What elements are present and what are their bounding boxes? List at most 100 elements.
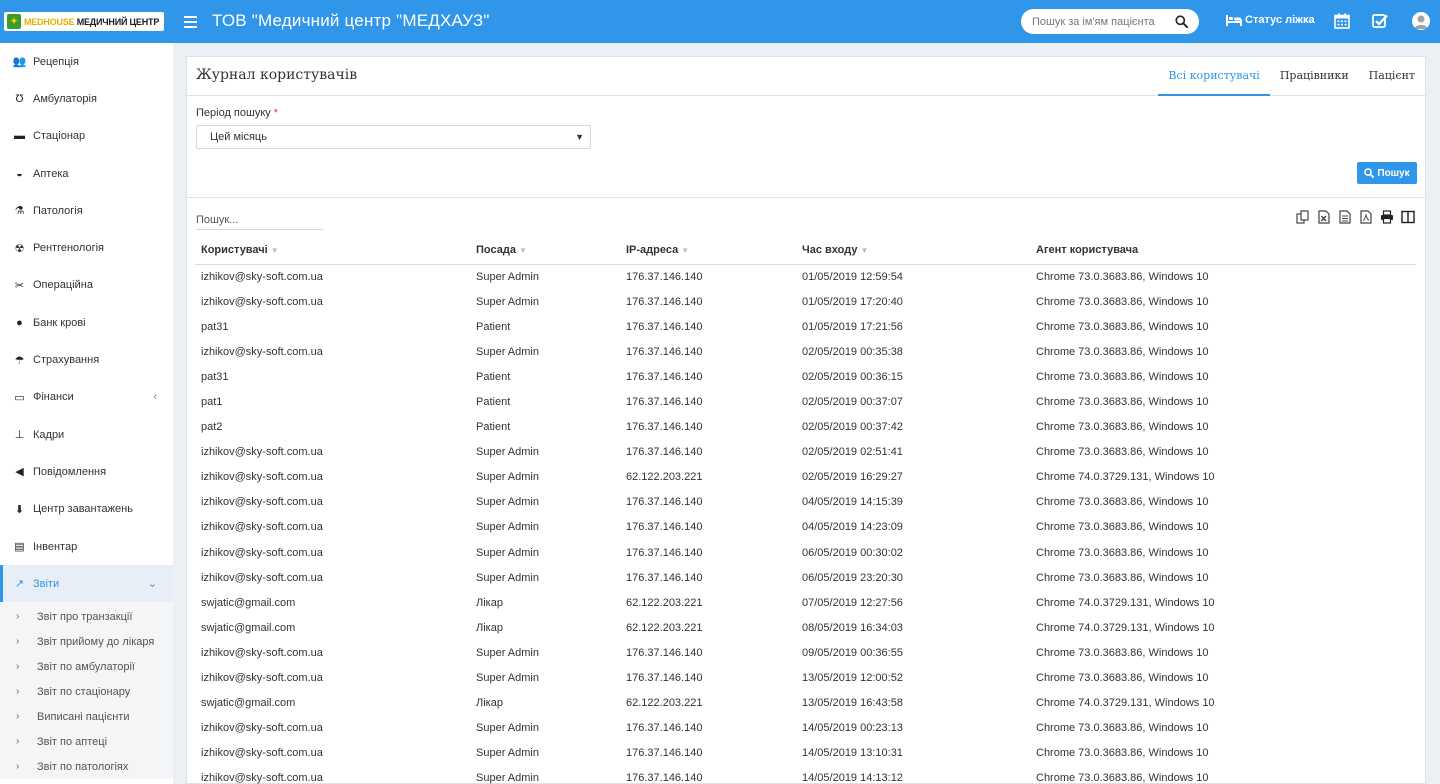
col-ip[interactable]: IP-адреса ▼	[620, 237, 796, 265]
cell-user: izhikov@sky-soft.com.ua	[201, 471, 323, 484]
col-user-agent[interactable]: Агент користувача	[1030, 237, 1416, 265]
sidebar-item-13[interactable]: ▤ Інвентар	[0, 528, 173, 565]
search-button[interactable]: Пошук	[1357, 162, 1417, 184]
table-row[interactable]: izhikov@sky-soft.com.ua Super Admin 176.37…	[195, 716, 1416, 741]
sidebar-item-11[interactable]: ◀ Повідомлення	[0, 453, 173, 490]
table-row[interactable]: izhikov@sky-soft.com.ua Super Admin 176.37…	[195, 264, 1416, 289]
tab-patient[interactable]: Пацієнт	[1359, 57, 1425, 96]
patient-search-input[interactable]	[1021, 9, 1161, 34]
csv-icon[interactable]	[1338, 210, 1352, 224]
cell-user-agent: Chrome 73.0.3683.86, Windows 10	[1036, 446, 1209, 459]
cell-login-time: 14/05/2019 14:13:12	[802, 772, 903, 784]
submenu-item-label: Звіт по стаціонару	[37, 685, 131, 698]
bed-status-link[interactable]: Статус ліжка	[1226, 14, 1315, 26]
col-login-time[interactable]: Час входу ▼	[796, 237, 1030, 265]
sidebar-item-1[interactable]: Ʊ Амбулаторія	[0, 80, 173, 117]
sidebar-item-4[interactable]: ⚗ Патологія	[0, 192, 173, 229]
col-users[interactable]: Користувачі ▼	[195, 237, 470, 265]
table-row[interactable]: izhikov@sky-soft.com.ua Super Admin 176.37…	[195, 339, 1416, 364]
sidebar-item-0[interactable]: 👥 Рецепція	[0, 43, 173, 80]
columns-icon[interactable]	[1401, 210, 1415, 224]
sidebar-item-label: Кадри	[33, 428, 65, 441]
table-row[interactable]: izhikov@sky-soft.com.ua Super Admin 176.37…	[195, 515, 1416, 540]
app-logo[interactable]: ✦ MEDHOUSE МЕДИЧНИЙ ЦЕНТР	[4, 12, 164, 31]
table-row[interactable]: pat2 Patient 176.37.146.140 02/05/2019 00:3…	[195, 415, 1416, 440]
cell-position: Super Admin	[476, 345, 539, 358]
cell-login-time: 06/05/2019 23:20:30	[802, 571, 903, 584]
sidebar-item-2[interactable]: ▬ Стаціонар	[0, 118, 173, 155]
tab-all-users[interactable]: Всі користувачі	[1158, 57, 1270, 96]
cell-ip: 176.37.146.140	[626, 496, 703, 509]
user-avatar[interactable]	[1412, 12, 1430, 30]
pdf-icon[interactable]	[1359, 210, 1373, 224]
sidebar-item-7[interactable]: ● Банк крові	[0, 304, 173, 341]
sidebar-item-8[interactable]: ☂ Страхування	[0, 341, 173, 378]
checkbox-tasks-icon[interactable]	[1372, 13, 1388, 29]
table-row[interactable]: izhikov@sky-soft.com.ua Super Admin 176.37…	[195, 666, 1416, 691]
submenu-item-1[interactable]: › Звіт прийому до лікаря	[0, 629, 173, 654]
table-row[interactable]: swjatic@gmail.com Лікар 62.122.203.221 13/0…	[195, 691, 1416, 716]
sidebar-item-14[interactable]: ↗ Звіти ⌄	[0, 565, 173, 603]
table-row[interactable]: izhikov@sky-soft.com.ua Super Admin 176.37…	[195, 741, 1416, 766]
sidebar-item-3[interactable]: ◒ Аптека	[0, 155, 173, 192]
submenu-item-label: Звіт по амбулаторії	[37, 660, 135, 673]
cell-position: Super Admin	[476, 722, 539, 735]
cell-user: izhikov@sky-soft.com.ua	[201, 672, 323, 685]
print-icon[interactable]	[1380, 210, 1394, 224]
cell-ip: 176.37.146.140	[626, 646, 703, 659]
submenu-item-3[interactable]: › Звіт по стаціонару	[0, 679, 173, 704]
table-row[interactable]: swjatic@gmail.com Лікар 62.122.203.221 07/0…	[195, 590, 1416, 615]
cell-position: Super Admin	[476, 496, 539, 509]
submenu-item-4[interactable]: › Виписані пацієнти	[0, 704, 173, 729]
submenu-item-2[interactable]: › Звіт по амбулаторії	[0, 654, 173, 679]
cell-position: Super Admin	[476, 521, 539, 534]
cell-position: Super Admin	[476, 471, 539, 484]
cell-ip: 176.37.146.140	[626, 747, 703, 760]
table-row[interactable]: izhikov@sky-soft.com.ua Super Admin 176.37…	[195, 565, 1416, 590]
sidebar-item-label: Аптека	[33, 167, 69, 180]
table-row[interactable]: izhikov@sky-soft.com.ua Super Admin 176.37…	[195, 766, 1416, 784]
table-row[interactable]: izhikov@sky-soft.com.ua Super Admin 176.37…	[195, 440, 1416, 465]
bed-status-label: Статус ліжка	[1245, 14, 1315, 26]
table-row[interactable]: izhikov@sky-soft.com.ua Super Admin 176.37…	[195, 289, 1416, 314]
cell-position: Super Admin	[476, 772, 539, 784]
cell-position: Super Admin	[476, 747, 539, 760]
chevron-left-icon: ‹	[153, 390, 157, 403]
sidebar-item-10[interactable]: ⊥ Кадри	[0, 416, 173, 453]
required-mark: *	[273, 107, 279, 119]
cell-ip: 176.37.146.140	[626, 521, 703, 534]
cell-ip: 62.122.203.221	[626, 697, 703, 710]
submenu-item-5[interactable]: › Звіт по аптеці	[0, 729, 173, 754]
cell-login-time: 02/05/2019 00:37:07	[802, 396, 903, 409]
col-position[interactable]: Посада ▼	[470, 237, 620, 265]
sidebar-item-label: Центр завантажень	[33, 503, 133, 516]
sidebar-item-9[interactable]: ▭ Фінанси ‹	[0, 379, 173, 416]
cell-ip: 176.37.146.140	[626, 672, 703, 685]
chevron-right-icon: ›	[16, 761, 20, 773]
table-row[interactable]: izhikov@sky-soft.com.ua Super Admin 176.37…	[195, 540, 1416, 565]
table-row[interactable]: izhikov@sky-soft.com.ua Super Admin 176.37…	[195, 490, 1416, 515]
sidebar-item-12[interactable]: ⬇ Центр завантажень	[0, 491, 173, 528]
table-row[interactable]: izhikov@sky-soft.com.ua Super Admin 176.37…	[195, 640, 1416, 665]
copy-icon[interactable]	[1296, 210, 1310, 224]
submenu-item-6[interactable]: › Звіт по патологіях	[0, 754, 173, 779]
calendar-icon[interactable]	[1334, 13, 1350, 29]
cell-user-agent: Chrome 74.0.3729.131, Windows 10	[1036, 471, 1215, 484]
excel-icon[interactable]	[1317, 210, 1331, 224]
period-select[interactable]: Цей місяць ▼	[196, 125, 591, 149]
tab-employees[interactable]: Працівники	[1270, 57, 1359, 96]
sidebar-item-5[interactable]: ☢ Рентгенологія	[0, 229, 173, 266]
submenu-item-0[interactable]: › Звіт про транзакції	[0, 604, 173, 629]
table-row[interactable]: swjatic@gmail.com Лікар 62.122.203.221 08/0…	[195, 615, 1416, 640]
menu-toggle-icon[interactable]	[184, 13, 197, 29]
drop-icon: ●	[16, 316, 23, 329]
table-search-input[interactable]	[196, 210, 323, 230]
table-row[interactable]: pat31 Patient 176.37.146.140 02/05/2019 00:…	[195, 364, 1416, 389]
table-row[interactable]: pat1 Patient 176.37.146.140 02/05/2019 00:3…	[195, 389, 1416, 414]
table-row[interactable]: pat31 Patient 176.37.146.140 01/05/2019 17:…	[195, 314, 1416, 339]
bed-icon	[1226, 14, 1242, 26]
search-icon[interactable]	[1175, 15, 1188, 28]
table-row[interactable]: izhikov@sky-soft.com.ua Super Admin 62.122…	[195, 465, 1416, 490]
sidebar-item-6[interactable]: ✂ Операційна	[0, 267, 173, 304]
cell-login-time: 02/05/2019 16:29:27	[802, 471, 903, 484]
